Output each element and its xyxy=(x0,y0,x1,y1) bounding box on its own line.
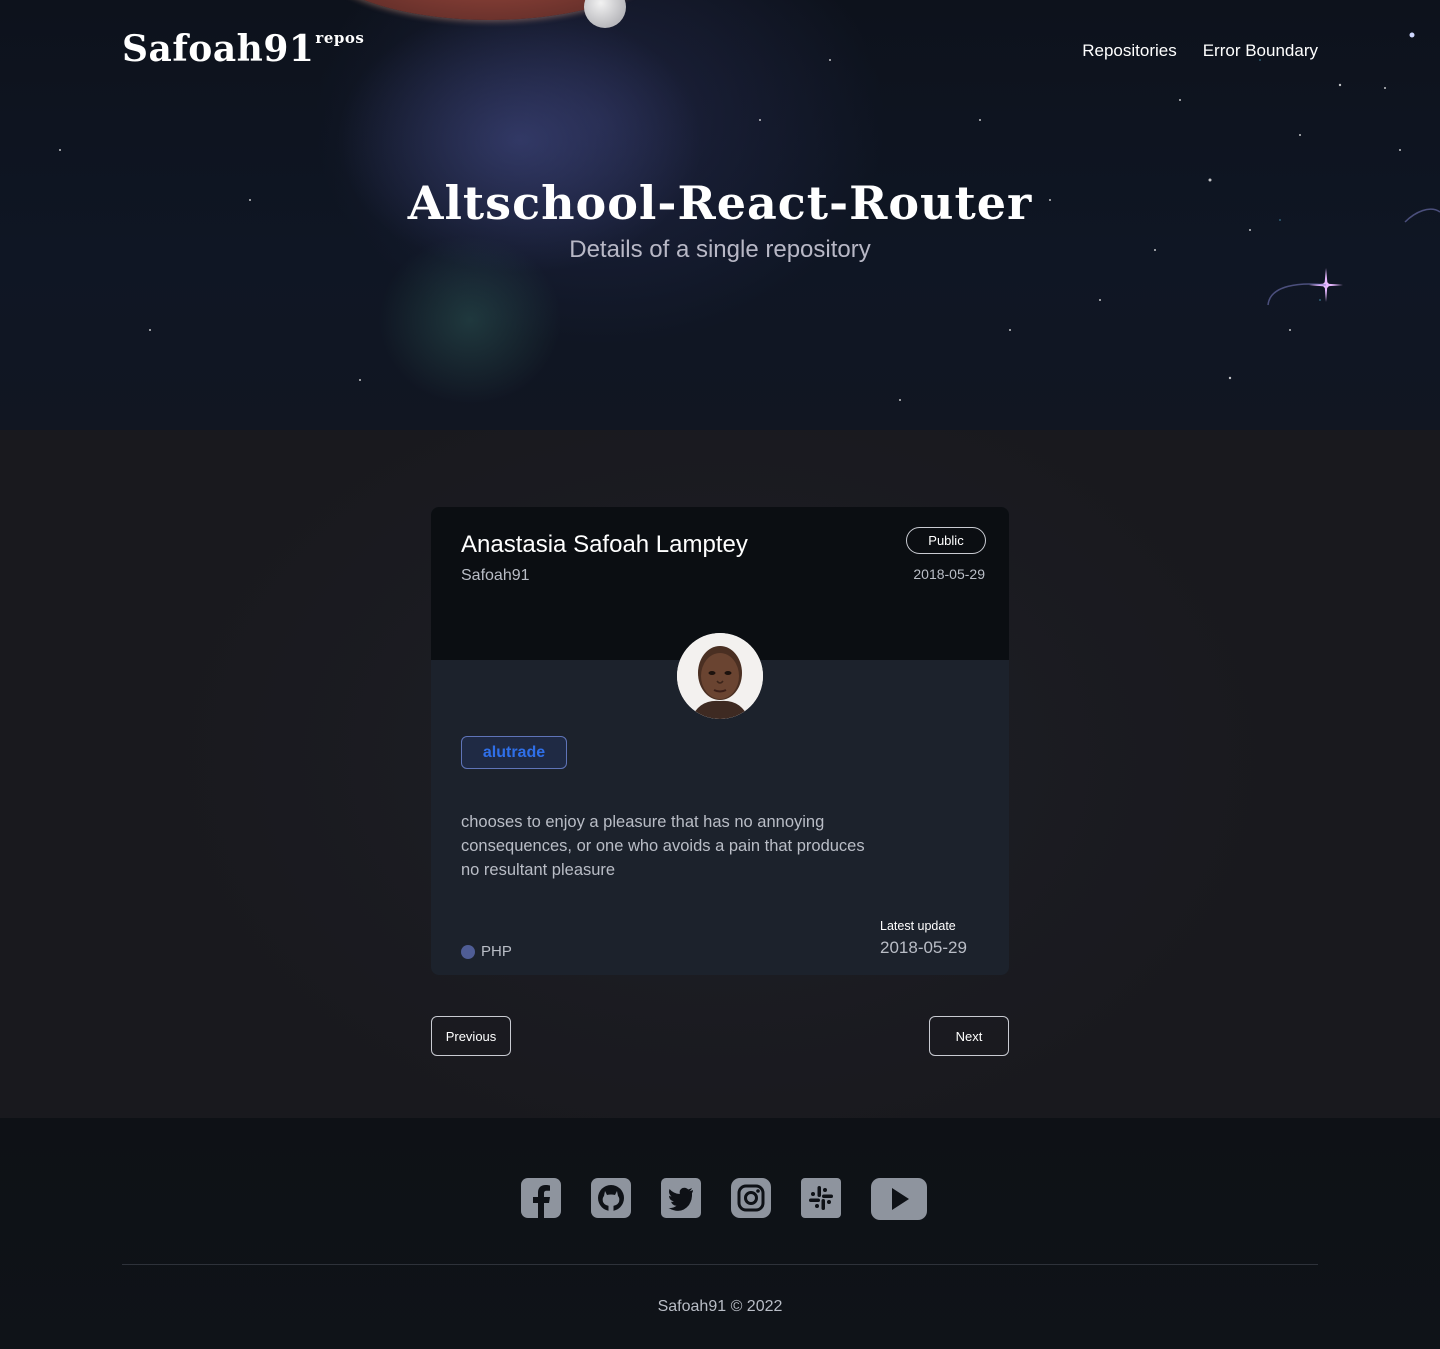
avatar xyxy=(677,633,763,719)
repo-name-tag[interactable]: alutrade xyxy=(461,736,567,769)
instagram-icon[interactable] xyxy=(731,1178,771,1224)
nav-link-error-boundary[interactable]: Error Boundary xyxy=(1203,41,1318,61)
moon-graphic xyxy=(584,0,626,28)
repo-language: PHP xyxy=(461,943,512,960)
repo-card: Anastasia Safoah Lamptey Safoah91 Public… xyxy=(431,507,1009,975)
youtube-icon[interactable] xyxy=(871,1178,927,1224)
slack-icon[interactable] xyxy=(801,1178,841,1224)
language-name: PHP xyxy=(481,943,512,960)
twitter-icon[interactable] xyxy=(661,1178,701,1224)
next-button[interactable]: Next xyxy=(929,1016,1009,1056)
page-title: Altschool-React-Router xyxy=(407,176,1033,230)
logo[interactable]: Safoah91repos xyxy=(122,28,364,70)
footer-divider xyxy=(122,1264,1318,1265)
main-nav: Repositories Error Boundary xyxy=(1082,41,1318,61)
owner-login: Safoah91 xyxy=(461,567,530,584)
latest-update-date: 2018-05-29 xyxy=(880,938,967,957)
latest-update-label: Latest update xyxy=(880,919,956,933)
page-subtitle: Details of a single repository xyxy=(569,236,871,263)
previous-button[interactable]: Previous xyxy=(431,1016,511,1056)
created-date: 2018-05-29 xyxy=(913,566,985,582)
avatar-image xyxy=(677,633,763,719)
visibility-badge: Public xyxy=(906,527,986,554)
owner-name: Anastasia Safoah Lamptey xyxy=(461,531,748,558)
repo-description: chooses to enjoy a pleasure that has no … xyxy=(461,813,865,879)
language-dot xyxy=(461,944,475,959)
social-links xyxy=(521,1178,957,1224)
facebook-icon[interactable] xyxy=(521,1178,561,1224)
copyright: Safoah91 © 2022 xyxy=(657,1298,783,1315)
logo-superscript: repos xyxy=(315,29,365,47)
github-icon[interactable] xyxy=(591,1178,631,1224)
nav-link-repositories[interactable]: Repositories xyxy=(1082,41,1177,61)
logo-text: Safoah91 xyxy=(122,28,315,70)
